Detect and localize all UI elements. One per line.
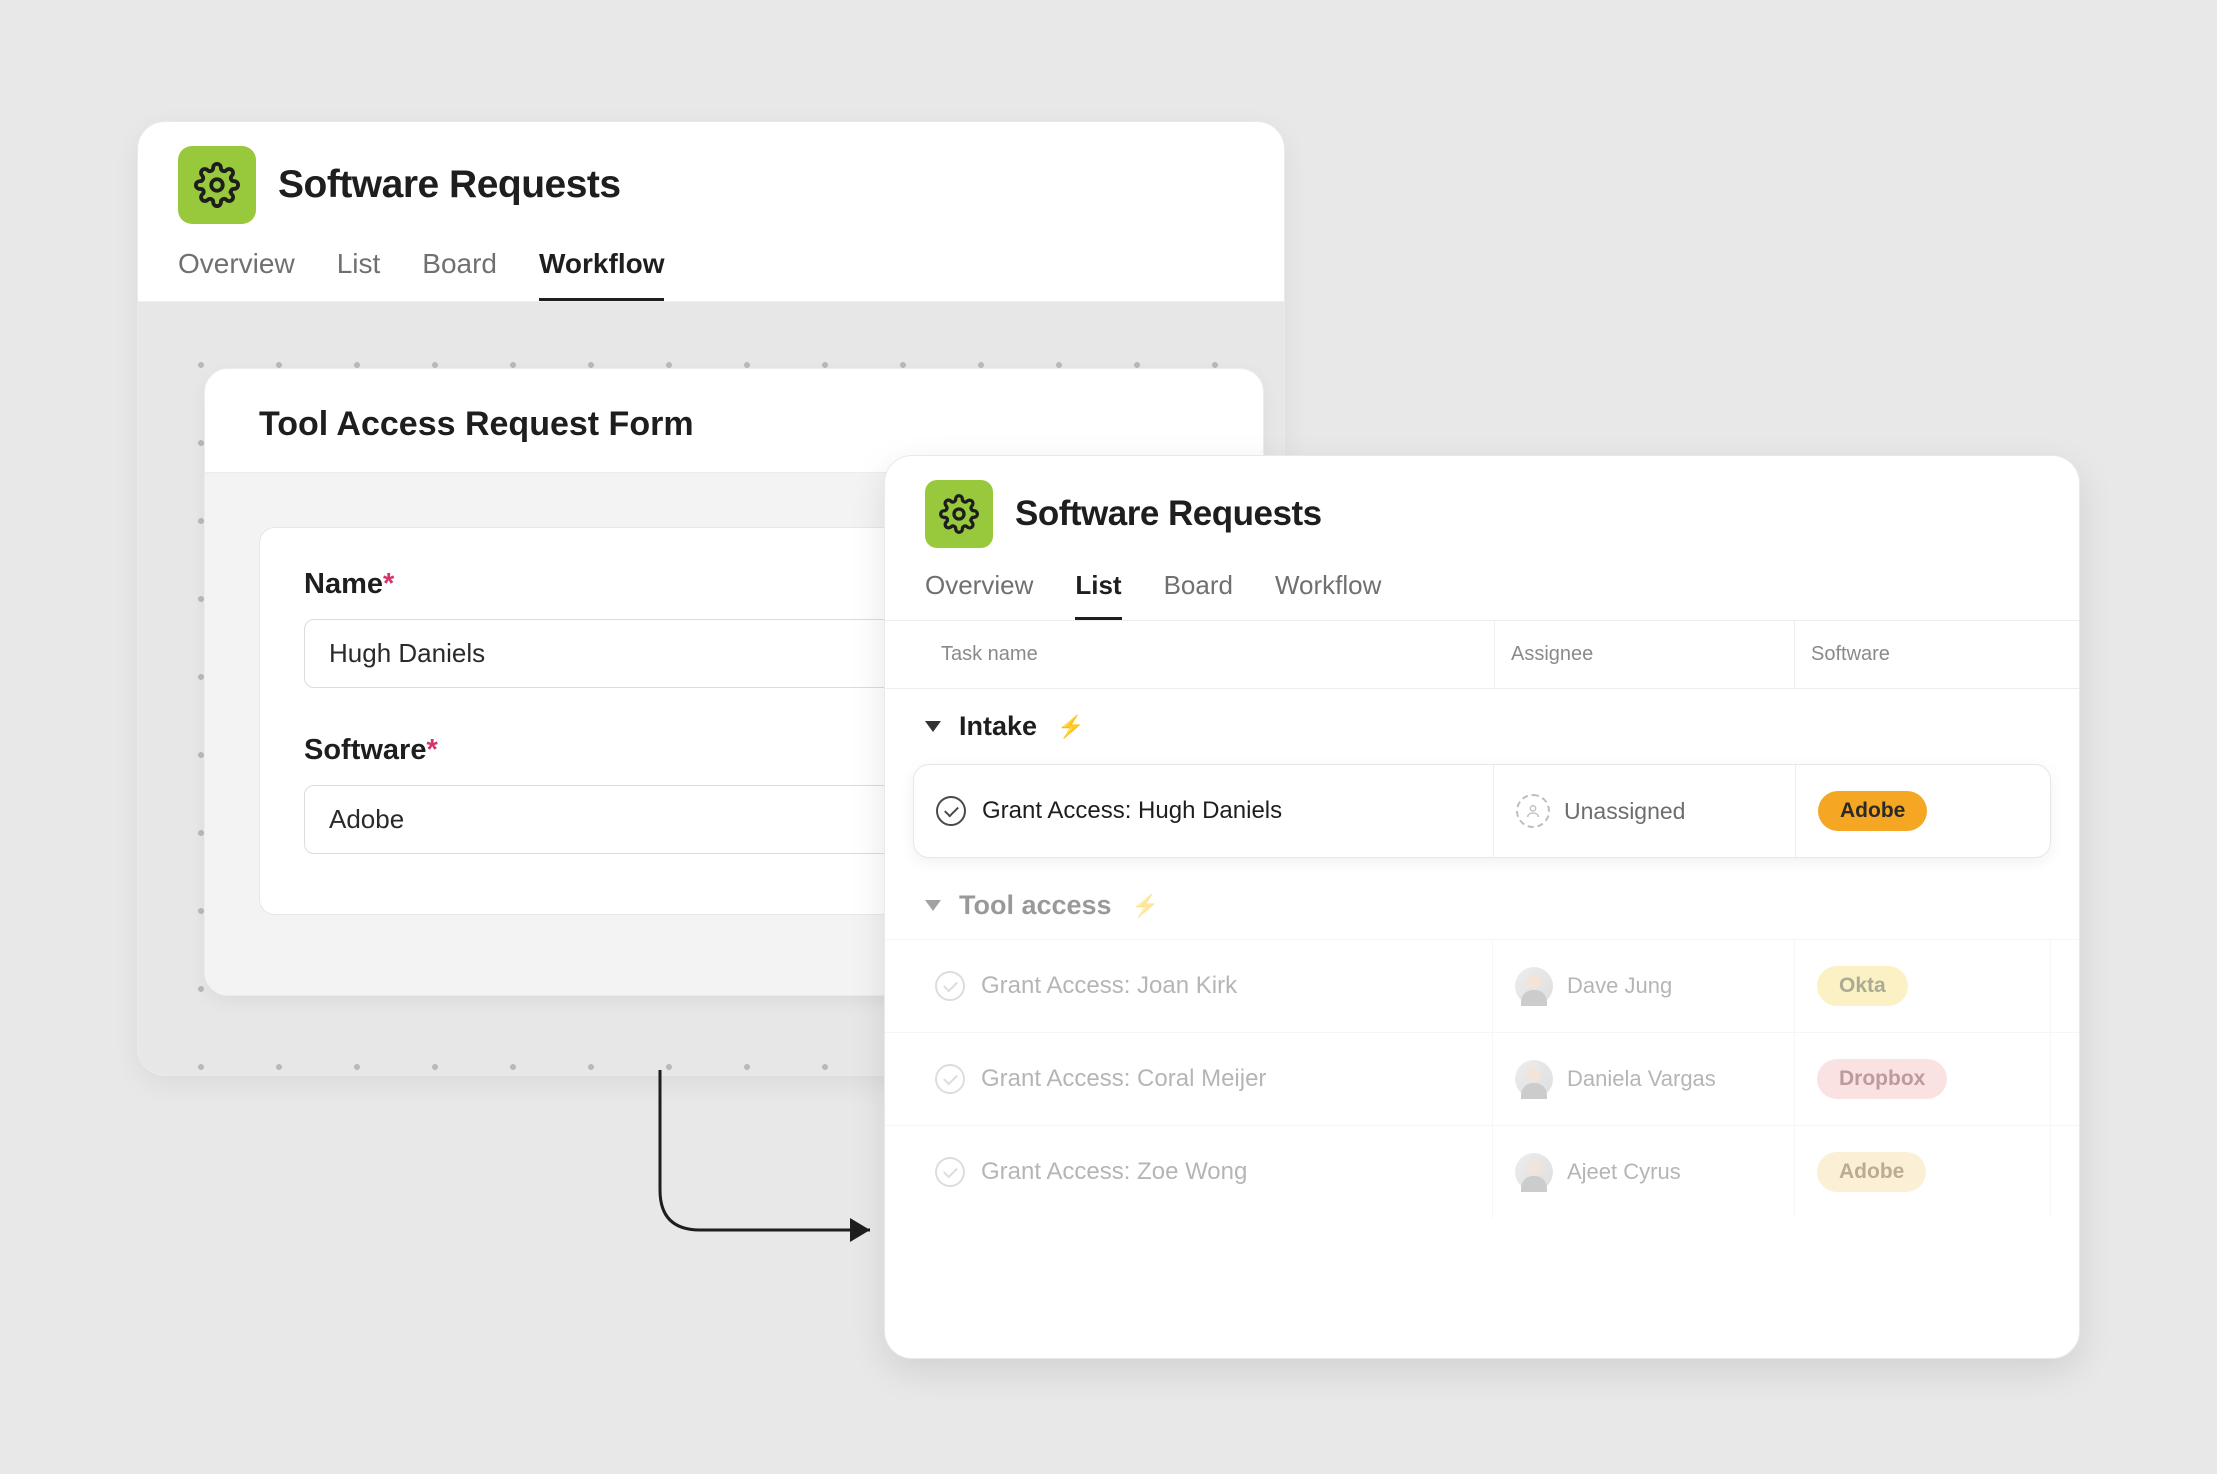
workflow-title: Software Requests bbox=[278, 163, 621, 207]
list-tabs: Overview List Board Workflow bbox=[885, 548, 2079, 621]
tab-board[interactable]: Board bbox=[422, 248, 497, 301]
col-task[interactable]: Task name bbox=[925, 621, 1495, 688]
tab-workflow[interactable]: Workflow bbox=[539, 248, 664, 301]
software-cell[interactable]: Adobe bbox=[1795, 1126, 2051, 1218]
list-header: Software Requests bbox=[885, 456, 2079, 548]
software-pill: Adobe bbox=[1818, 791, 1927, 831]
task-cell: Grant Access: Hugh Daniels bbox=[914, 765, 1494, 857]
section-intake[interactable]: Intake ⚡ bbox=[885, 689, 2079, 760]
assignee-name: Daniela Vargas bbox=[1567, 1066, 1716, 1092]
assignee-name: Unassigned bbox=[1564, 798, 1685, 825]
assignee-name: Dave Jung bbox=[1567, 973, 1672, 999]
tab-overview[interactable]: Overview bbox=[925, 570, 1033, 620]
tab-list[interactable]: List bbox=[1075, 570, 1121, 620]
tab-list[interactable]: List bbox=[337, 248, 381, 301]
software-cell[interactable]: Okta bbox=[1795, 940, 2051, 1032]
chevron-down-icon bbox=[925, 721, 941, 732]
assignee-cell[interactable]: Daniela Vargas bbox=[1493, 1033, 1795, 1125]
software-pill: Okta bbox=[1817, 966, 1908, 1006]
bolt-icon: ⚡ bbox=[1057, 714, 1084, 740]
software-cell[interactable]: Adobe bbox=[1796, 765, 2050, 857]
column-headers: Task name Assignee Software bbox=[885, 621, 2079, 689]
avatar bbox=[1515, 967, 1553, 1005]
avatar bbox=[1515, 1060, 1553, 1098]
tab-workflow[interactable]: Workflow bbox=[1275, 570, 1381, 620]
tab-board[interactable]: Board bbox=[1164, 570, 1233, 620]
col-software[interactable]: Software bbox=[1795, 621, 2039, 688]
unassigned-icon bbox=[1516, 794, 1550, 828]
tab-overview[interactable]: Overview bbox=[178, 248, 295, 301]
connector-arrow-icon bbox=[640, 1070, 900, 1270]
assignee-cell[interactable]: Ajeet Cyrus bbox=[1493, 1126, 1795, 1218]
avatar bbox=[1515, 1153, 1553, 1191]
gear-icon bbox=[925, 480, 993, 548]
gear-icon bbox=[178, 146, 256, 224]
task-name: Grant Access: Coral Meijer bbox=[981, 1065, 1266, 1093]
bolt-icon: ⚡ bbox=[1132, 893, 1159, 919]
check-circle-icon[interactable] bbox=[935, 1064, 965, 1094]
col-assignee[interactable]: Assignee bbox=[1495, 621, 1795, 688]
task-name: Grant Access: Zoe Wong bbox=[981, 1158, 1247, 1186]
assignee-cell[interactable]: Dave Jung bbox=[1493, 940, 1795, 1032]
software-pill: Dropbox bbox=[1817, 1059, 1947, 1099]
task-row[interactable]: Grant Access: Zoe Wong Ajeet Cyrus Adobe bbox=[885, 1125, 2079, 1218]
task-row[interactable]: Grant Access: Joan Kirk Dave Jung Okta bbox=[885, 939, 2079, 1032]
list-card: Software Requests Overview List Board Wo… bbox=[884, 455, 2080, 1359]
task-name: Grant Access: Joan Kirk bbox=[981, 972, 1237, 1000]
task-row[interactable]: Grant Access: Coral Meijer Daniela Varga… bbox=[885, 1032, 2079, 1125]
check-circle-icon[interactable] bbox=[935, 1157, 965, 1187]
section-tool-access[interactable]: Tool access ⚡ bbox=[885, 868, 2079, 939]
task-cell: Grant Access: Coral Meijer bbox=[913, 1033, 1493, 1125]
software-pill: Adobe bbox=[1817, 1152, 1926, 1192]
assignee-cell[interactable]: Unassigned bbox=[1494, 765, 1796, 857]
task-row[interactable]: Grant Access: Hugh Daniels Unassigned Ad… bbox=[913, 764, 2051, 858]
chevron-down-icon bbox=[925, 900, 941, 911]
check-circle-icon[interactable] bbox=[935, 971, 965, 1001]
workflow-tabs: Overview List Board Workflow bbox=[138, 224, 1284, 302]
section-title: Tool access bbox=[959, 890, 1112, 921]
software-cell[interactable]: Dropbox bbox=[1795, 1033, 2051, 1125]
assignee-name: Ajeet Cyrus bbox=[1567, 1159, 1681, 1185]
task-cell: Grant Access: Zoe Wong bbox=[913, 1126, 1493, 1218]
workflow-header: Software Requests bbox=[138, 122, 1284, 224]
task-cell: Grant Access: Joan Kirk bbox=[913, 940, 1493, 1032]
section-title: Intake bbox=[959, 711, 1037, 742]
task-name: Grant Access: Hugh Daniels bbox=[982, 797, 1282, 825]
list-title: Software Requests bbox=[1015, 494, 1322, 534]
check-circle-icon[interactable] bbox=[936, 796, 966, 826]
